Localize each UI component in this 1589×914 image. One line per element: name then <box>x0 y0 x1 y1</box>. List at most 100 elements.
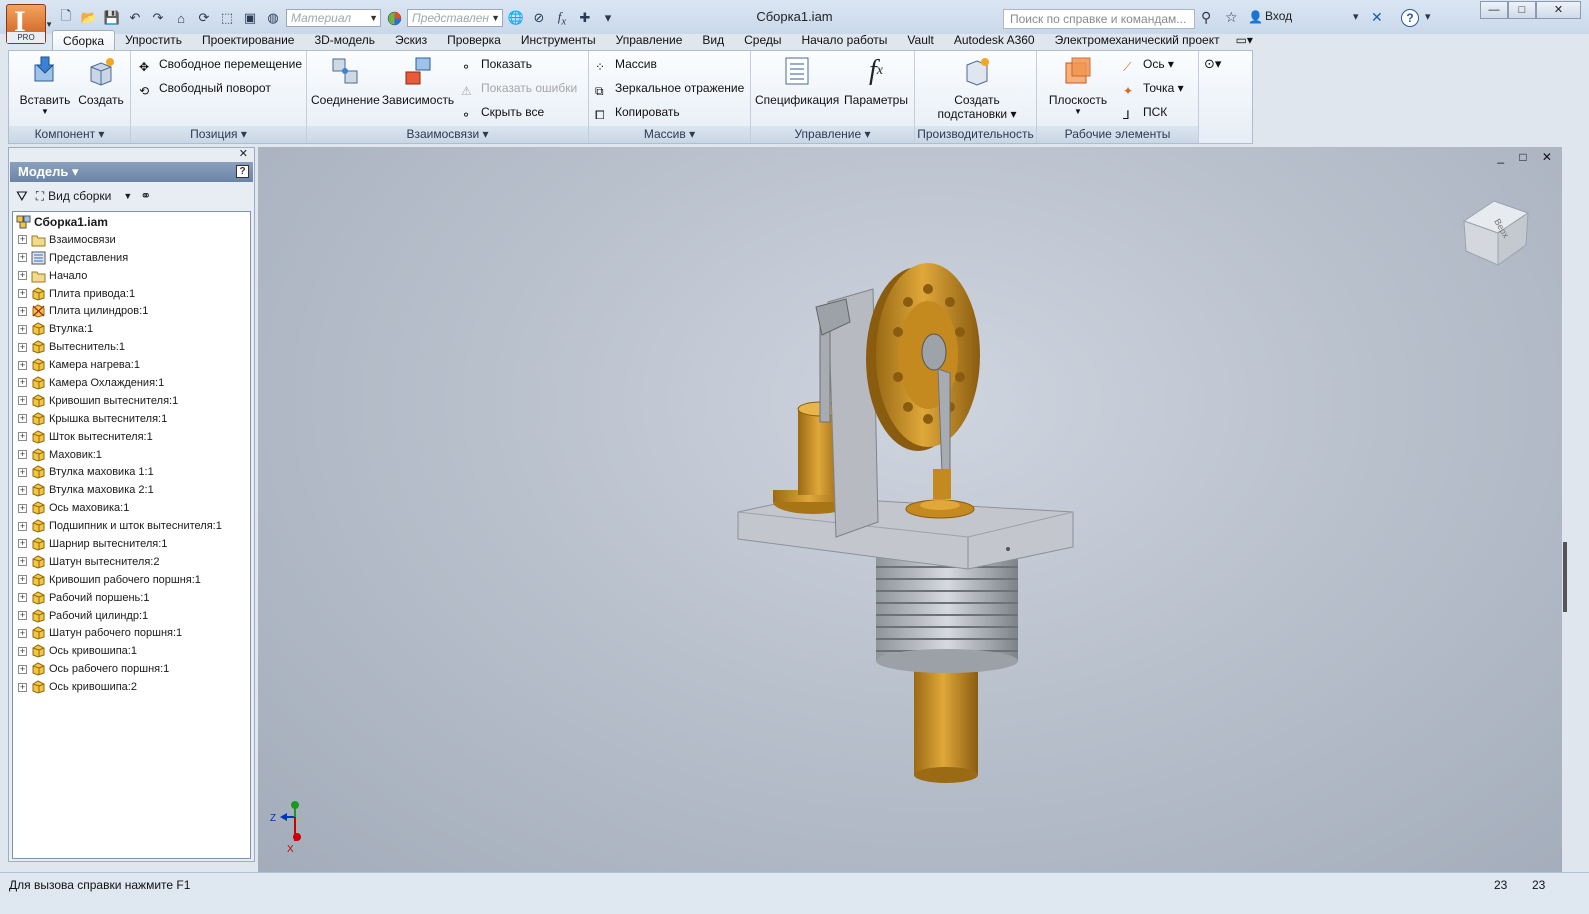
tree-item[interactable]: + Кривошип вытеснителя:1 <box>13 392 250 410</box>
browser-header[interactable]: Модель ▾ ? <box>10 162 253 182</box>
tree-item[interactable]: + Ось рабочего поршня:1 <box>13 660 250 678</box>
binoculars-icon[interactable]: ⚲ <box>1201 9 1211 26</box>
ucs-button[interactable]: ⅃ ПСК <box>1123 102 1167 122</box>
expand-toggle-icon[interactable]: + <box>18 324 27 334</box>
parameters-button[interactable]: fx Параметры <box>841 53 911 107</box>
find-icon[interactable]: ⚭ <box>140 188 151 204</box>
close-button[interactable]: ✕ <box>1536 1 1581 19</box>
panel-relations-title[interactable]: Взаимосвязи ▾ <box>307 126 588 143</box>
tree-item[interactable]: + Камера нагрева:1 <box>13 356 250 374</box>
application-menu-button[interactable]: I PRO ▼ <box>6 4 53 44</box>
axis-button[interactable]: ⟋ Ось ▾ <box>1123 54 1174 74</box>
color-wheel-icon[interactable] <box>384 9 404 27</box>
expand-toggle-icon[interactable]: + <box>18 396 27 406</box>
function-icon[interactable]: fx <box>552 9 572 28</box>
hide-all-button[interactable]: ⚬ Скрыть все <box>461 102 544 122</box>
point-button[interactable]: ✦ Точка ▾ <box>1123 78 1184 98</box>
navigation-bar-handle[interactable] <box>1563 542 1567 612</box>
help-icon[interactable]: ? <box>1401 9 1419 27</box>
create-substitute-button[interactable]: Создать подстановки ▾ <box>929 53 1025 121</box>
insert-button[interactable]: Вставить ▼ <box>17 53 73 116</box>
exchange-apps-icon[interactable]: ✕ <box>1371 9 1383 26</box>
tab-view[interactable]: Вид <box>692 30 734 50</box>
graphics-viewport[interactable]: _ □ ✕ Верх Z X <box>258 147 1562 872</box>
panel-position-title[interactable]: Позиция ▾ <box>131 126 306 143</box>
stirling-engine-model[interactable] <box>728 247 1088 787</box>
tab-assembly[interactable]: Сборка <box>52 30 116 50</box>
expand-toggle-icon[interactable]: + <box>18 557 27 567</box>
viewcube[interactable]: Верх <box>1454 191 1534 271</box>
tree-root[interactable]: Сборка1.iam <box>13 213 250 231</box>
tree-item[interactable]: + Вытеснитель:1 <box>13 338 250 356</box>
expand-toggle-icon[interactable]: + <box>18 539 27 549</box>
expand-toggle-icon[interactable]: + <box>18 521 27 531</box>
expand-toggle-icon[interactable]: + <box>18 450 27 460</box>
ribbon-minimize-toggle[interactable]: ▭▾ <box>1230 30 1259 50</box>
tab-sketch[interactable]: Эскиз <box>385 30 437 50</box>
expand-toggle-icon[interactable]: + <box>18 646 27 656</box>
mirror-button[interactable]: ⧉ Зеркальное отражение <box>595 78 744 98</box>
expand-toggle-icon[interactable]: + <box>18 235 27 245</box>
right-scroll-area[interactable] <box>1562 147 1589 872</box>
save-icon[interactable]: 💾 <box>102 9 122 27</box>
create-component-button[interactable]: Создать <box>75 53 127 107</box>
panel-overflow-button[interactable]: ⊙▾ <box>1204 54 1221 74</box>
new-file-icon[interactable]: 🗋 <box>56 8 76 27</box>
chevron-down-icon[interactable]: ▾ <box>1425 10 1431 23</box>
material-select[interactable]: Материал ▼ <box>286 9 381 27</box>
expand-toggle-icon[interactable]: + <box>18 467 27 477</box>
star-icon[interactable]: ☆ <box>1225 9 1238 26</box>
chevron-down-icon[interactable]: ▾ <box>1353 10 1359 23</box>
tree-item[interactable]: + Кривошип рабочего поршня:1 <box>13 571 250 589</box>
login-button[interactable]: Вход <box>1265 9 1292 23</box>
tree-item[interactable]: + Плита привода:1 <box>13 285 250 303</box>
expand-toggle-icon[interactable]: + <box>18 253 27 263</box>
appearance-icon[interactable]: ◍ <box>263 9 283 27</box>
tree-item[interactable]: + Маховик:1 <box>13 446 250 464</box>
tree-item[interactable]: + Рабочий поршень:1 <box>13 589 250 607</box>
pattern-button[interactable]: ⁘ Массив <box>595 54 657 74</box>
expand-toggle-icon[interactable]: + <box>18 575 27 585</box>
expand-toggle-icon[interactable]: + <box>18 593 27 603</box>
redo-icon[interactable]: ↷ <box>148 9 168 27</box>
undo-icon[interactable]: ↶ <box>125 9 145 27</box>
tab-tools[interactable]: Инструменты <box>511 30 606 50</box>
tab-manage[interactable]: Управление <box>606 30 693 50</box>
tree-item[interactable]: + Ось кривошипа:2 <box>13 678 250 696</box>
tab-vault[interactable]: Vault <box>897 30 943 50</box>
tree-item[interactable]: + Втулка маховика 2:1 <box>13 481 250 499</box>
tree-item[interactable]: + Ось маховика:1 <box>13 499 250 517</box>
maximize-button[interactable]: □ <box>1508 1 1536 19</box>
tree-item[interactable]: + Взаимосвязи <box>13 231 250 249</box>
expand-toggle-icon[interactable]: + <box>18 289 27 298</box>
expand-toggle-icon[interactable]: + <box>18 611 27 621</box>
clear-appearance-icon[interactable]: ⊘ <box>529 9 549 27</box>
expand-toggle-icon[interactable]: + <box>18 682 27 692</box>
tree-item[interactable]: + Представления <box>13 249 250 267</box>
tab-get-started[interactable]: Начало работы <box>792 30 898 50</box>
assembly-view-dropdown[interactable]: ⛶ Вид сборки ▼ <box>36 189 133 204</box>
panel-pattern-title[interactable]: Массив ▾ <box>589 126 750 143</box>
expand-toggle-icon[interactable]: + <box>18 306 27 316</box>
expand-toggle-icon[interactable]: + <box>18 503 27 513</box>
free-move-button[interactable]: ✥ Свободное перемещение <box>139 54 302 74</box>
panel-component-title[interactable]: Компонент ▾ <box>9 126 130 143</box>
tree-item[interactable]: + Ось кривошипа:1 <box>13 642 250 660</box>
panel-manage-title[interactable]: Управление ▾ <box>751 126 914 143</box>
browser-help-button[interactable]: ? <box>236 165 249 178</box>
plane-button[interactable]: Плоскость ▼ <box>1043 53 1113 116</box>
minimize-button[interactable]: — <box>1480 1 1508 19</box>
expand-toggle-icon[interactable]: + <box>18 342 27 352</box>
properties-icon[interactable]: ▣ <box>240 9 260 27</box>
copy-button[interactable]: ⧠ Копировать <box>595 102 680 122</box>
tree-item[interactable]: + Крышка вытеснителя:1 <box>13 410 250 428</box>
globe-icon[interactable]: 🌐 <box>506 9 526 27</box>
tree-item[interactable]: + Рабочий цилиндр:1 <box>13 607 250 625</box>
tab-3d-model[interactable]: 3D-модель <box>304 30 385 50</box>
tab-simplify[interactable]: Упростить <box>115 30 192 50</box>
tree-item[interactable]: + Шток вытеснителя:1 <box>13 428 250 446</box>
home-icon[interactable]: ⌂ <box>171 9 191 27</box>
tab-environments[interactable]: Среды <box>734 30 791 50</box>
expand-toggle-icon[interactable]: + <box>18 360 27 370</box>
open-file-icon[interactable]: 📂 <box>79 9 99 27</box>
